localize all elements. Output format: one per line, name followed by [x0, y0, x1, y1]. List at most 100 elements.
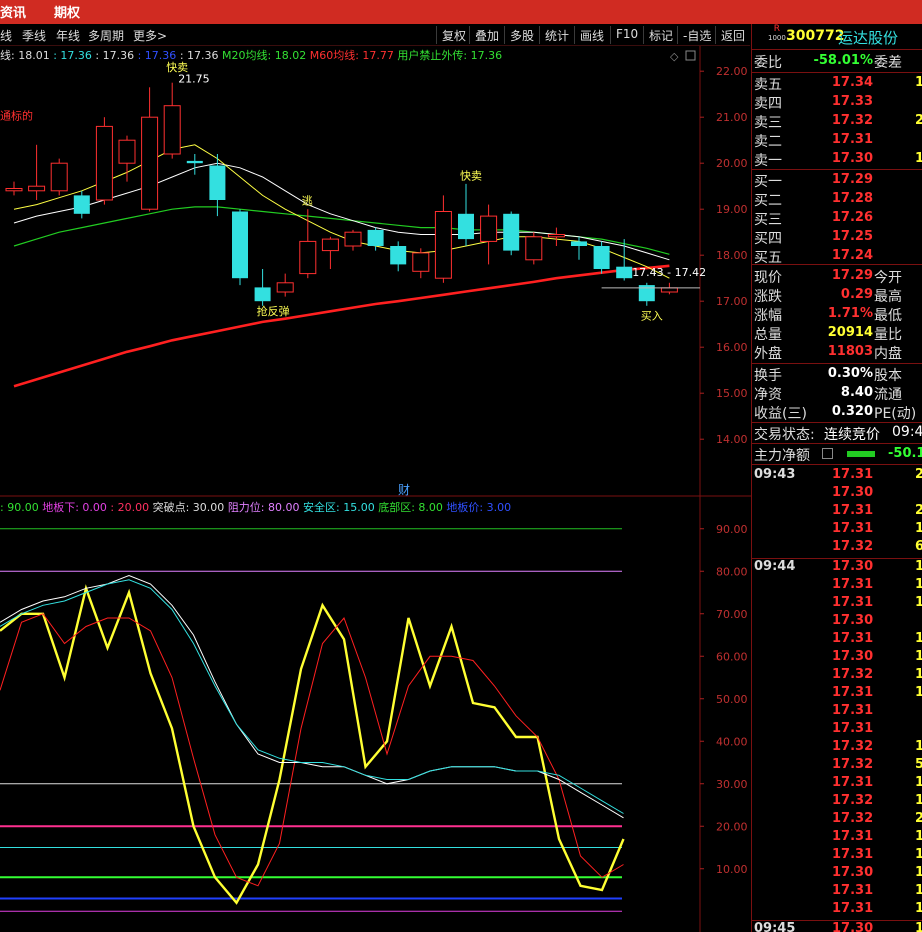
tick-price: 17.30 [832, 921, 874, 932]
tick-volume: 17 [915, 559, 922, 574]
tick-price: 17.32 [832, 757, 874, 772]
candle-body [321, 238, 339, 252]
indicator-legend-item: : 90.00 [0, 501, 43, 514]
candle-body [50, 162, 68, 192]
tick-price: 17.31 [832, 631, 874, 646]
mark-button[interactable]: 标记 [643, 26, 678, 44]
tick-row: 17.30 1 [752, 649, 922, 667]
tick-row: 17.31 1 [752, 521, 922, 539]
stat-extra: 最高 [874, 289, 902, 305]
stat-extra: 最低 [874, 308, 902, 324]
period-season[interactable]: 季线 [22, 27, 46, 44]
ma-legend-item: : 17.36 [95, 49, 138, 62]
tick-volume: 2 [915, 503, 922, 518]
tick-time: 09:43 [754, 467, 796, 482]
window-icon [685, 50, 696, 61]
candle-body [458, 213, 474, 240]
chart-annotation: 买入 [641, 310, 663, 323]
tick-row: 17.31 1 [752, 847, 922, 865]
ma60-line [13, 264, 670, 388]
indicator-legend-item: 突破点: 30.00 [152, 501, 228, 514]
chart-area[interactable]: 22.00 21.00 20.00 19.00 18.00 17.00 16.00 15.00… [0, 46, 751, 932]
period-more[interactable]: 更多> [133, 27, 167, 44]
tick-row: 17.31 16 [752, 577, 922, 595]
stat-extra: 流通 [874, 387, 902, 403]
stat: 收益(三) 0.320 PE(动) [752, 403, 922, 422]
stat: 涨跌 0.29 最高 [752, 286, 922, 305]
chart-annotation: 逃 [302, 195, 313, 208]
period-year[interactable]: 年线 [56, 27, 80, 44]
trade-status-row: 交易状态: 连续竞价 09:4 [752, 424, 922, 443]
y-tick-label: 21.00 [716, 111, 748, 124]
sell-level: 卖三 17.32 2 [752, 112, 922, 131]
sell-level-extra: 1 [915, 151, 922, 166]
indicator-legend-item: 安全区: 15.00 [303, 501, 379, 514]
weicha-label: 委差 [874, 55, 902, 71]
buy-level: 买一 17.29 [752, 171, 922, 190]
stat-label: 总量 [754, 327, 782, 343]
tick-volume: 6 [915, 539, 922, 554]
stat-value: 0.29 [840, 287, 873, 302]
stats-button[interactable]: 统计 [539, 26, 574, 44]
adjust-button[interactable]: 复权 [436, 26, 471, 44]
buy-level-value: 17.29 [831, 172, 873, 187]
stat-label: 涨跌 [754, 289, 782, 305]
buy-level-label: 买一 [754, 174, 782, 190]
overlay-button[interactable]: 叠加 [469, 26, 504, 44]
tick-price: 17.31 [832, 775, 874, 790]
tick-price: 17.32 [832, 667, 874, 682]
period-line[interactable]: 线 [0, 27, 12, 44]
tick-price: 17.31 [832, 847, 874, 862]
stat-extra: 今开 [874, 270, 902, 286]
indicator-series-line [0, 613, 624, 887]
tick-row: 09:45 17.30 1 [752, 921, 922, 932]
stat: 总量 20914 量比 [752, 324, 922, 343]
sell-level-value: 17.31 [831, 132, 873, 147]
candle-body [616, 266, 633, 279]
tick-volume: 1 [915, 685, 922, 700]
chart-toolbar: 线 季线 年线 多周期 更多> 复权 叠加 多股 统计 画线 F10 标记 -自… [0, 24, 750, 46]
indicator-legend-item: : 20.00 [110, 501, 153, 514]
y-tick-label: 17.00 [716, 295, 748, 308]
quote-panel: R 1000 300772 运达股份 委比 -58.01% 委差 卖五 17.34… [751, 24, 922, 932]
menu-item-options[interactable]: 期权 [54, 2, 80, 21]
stat-value: 0.30% [827, 366, 873, 381]
quote-header: R 1000 300772 运达股份 [752, 24, 922, 48]
sell-level-label: 卖一 [754, 153, 782, 169]
period-multi[interactable]: 多周期 [88, 27, 124, 44]
tick-row: 17.32 1 [752, 793, 922, 811]
candle-body [118, 139, 136, 164]
candle-body [163, 105, 181, 155]
tick-row: 17.31 1 [752, 901, 922, 919]
stat-value: 11803 [827, 344, 873, 359]
stat-label: 净资 [754, 387, 782, 403]
tick-price: 17.31 [832, 829, 874, 844]
candle-body [209, 165, 226, 200]
ma-legend-item: : 17.36 [53, 49, 96, 62]
f10-button[interactable]: F10 [610, 26, 643, 44]
tick-price: 17.31 [832, 577, 874, 592]
ma-legend: 线: 18.01 : 17.36 : 17.36 : 17.36 : 17.36… [0, 47, 502, 63]
remove-watchlist-button[interactable]: -自选 [677, 26, 716, 44]
finance-marker: 财 [398, 483, 410, 497]
tick-row: 09:44 17.30 17 [752, 559, 922, 577]
main-flow-value: -50.1 [888, 446, 922, 461]
draw-line-button[interactable]: 画线 [574, 26, 609, 44]
doc-icon[interactable] [822, 448, 833, 459]
y-tick-label: 80.00 [716, 565, 748, 578]
back-button[interactable]: 返回 [715, 26, 750, 44]
candle-body [299, 240, 317, 275]
tick-volume: 2 [915, 811, 922, 826]
buy-level-value: 17.28 [831, 191, 873, 206]
buy-level-value: 17.25 [831, 229, 873, 244]
buy-level-value: 17.24 [831, 248, 873, 263]
tick-volume: 1 [915, 829, 922, 844]
menu-item-news[interactable]: 资讯 [0, 2, 26, 21]
sell-level-value: 17.33 [831, 94, 873, 109]
sell-level-extra: 1 [915, 75, 922, 90]
tick-volume: 5 [915, 757, 922, 772]
tick-volume: 1 [915, 667, 922, 682]
multi-stock-button[interactable]: 多股 [504, 26, 539, 44]
stat: 净资 8.40 流通 [752, 384, 922, 403]
candle-body [276, 282, 294, 293]
